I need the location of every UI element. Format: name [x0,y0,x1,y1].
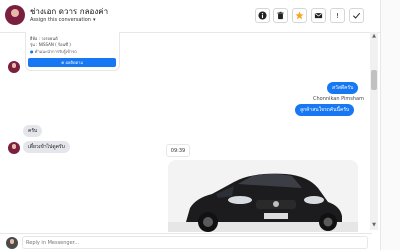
assign-conversation-dropdown[interactable]: Assign this conversation ▾ [30,17,96,23]
delete-button[interactable] [273,8,288,23]
scroll-up-arrow-icon[interactable]: ▲ [370,34,378,39]
customer-avatar [8,61,20,73]
scrollbar-thumb[interactable] [371,70,377,90]
outgoing-message: ลูกค้าสนใจรถคันนี้ครับ [295,104,355,116]
trash-icon [277,11,284,20]
alert-label: ! [336,11,339,20]
conversation-header: ช่างเอก ดวาร กลองค่า Assign this convers… [0,0,380,33]
customer-avatar [8,142,20,154]
star-icon [295,11,304,20]
mail-button[interactable] [311,8,326,23]
chevron-down-icon: ▾ [92,17,96,23]
info-button[interactable] [255,8,270,23]
agent-avatar [6,237,18,249]
reply-composer [0,233,372,251]
scroll-down-arrow-icon[interactable]: ▼ [370,223,378,228]
sender-name: Chonnikan Pimsham [313,96,364,102]
incoming-message: เดี๋ยวเข้าไปดูครับ [23,141,70,153]
contact-avatar[interactable] [5,5,25,25]
check-icon [352,12,361,19]
star-button[interactable] [292,8,307,23]
card-link-text: ค่ำแนะนำการรับรู้เข้ารถ [34,49,77,54]
product-card: ยี่ห้อ : วงรถยนต์ รุ่น : NISSAN ( ร้อนซึ… [25,32,120,71]
message-timestamp: 09:39 [166,144,190,157]
car-photo[interactable] [168,160,358,232]
assign-label: Assign this conversation [30,17,91,23]
outgoing-message: สวัสดีครับ [327,82,359,94]
card-model-line: รุ่น : NISSAN ( ร้อนซึ่ ) [30,42,71,47]
info-icon [258,11,267,20]
reply-input[interactable] [22,236,368,249]
car-image [168,160,358,232]
card-follow-button[interactable]: ⊕ ผลติดตาม [28,58,116,67]
mail-icon [314,13,323,19]
messages-scrollbar[interactable]: ▲ ▼ [370,32,378,230]
mark-done-button[interactable] [349,8,364,23]
verified-icon: ● [30,49,34,54]
incoming-message: ครับ [23,125,43,137]
alert-button[interactable]: ! [330,8,345,23]
right-side-panel [380,0,400,250]
card-link[interactable]: ● ค่ำแนะนำการรับรู้เข้ารถ [30,48,77,55]
